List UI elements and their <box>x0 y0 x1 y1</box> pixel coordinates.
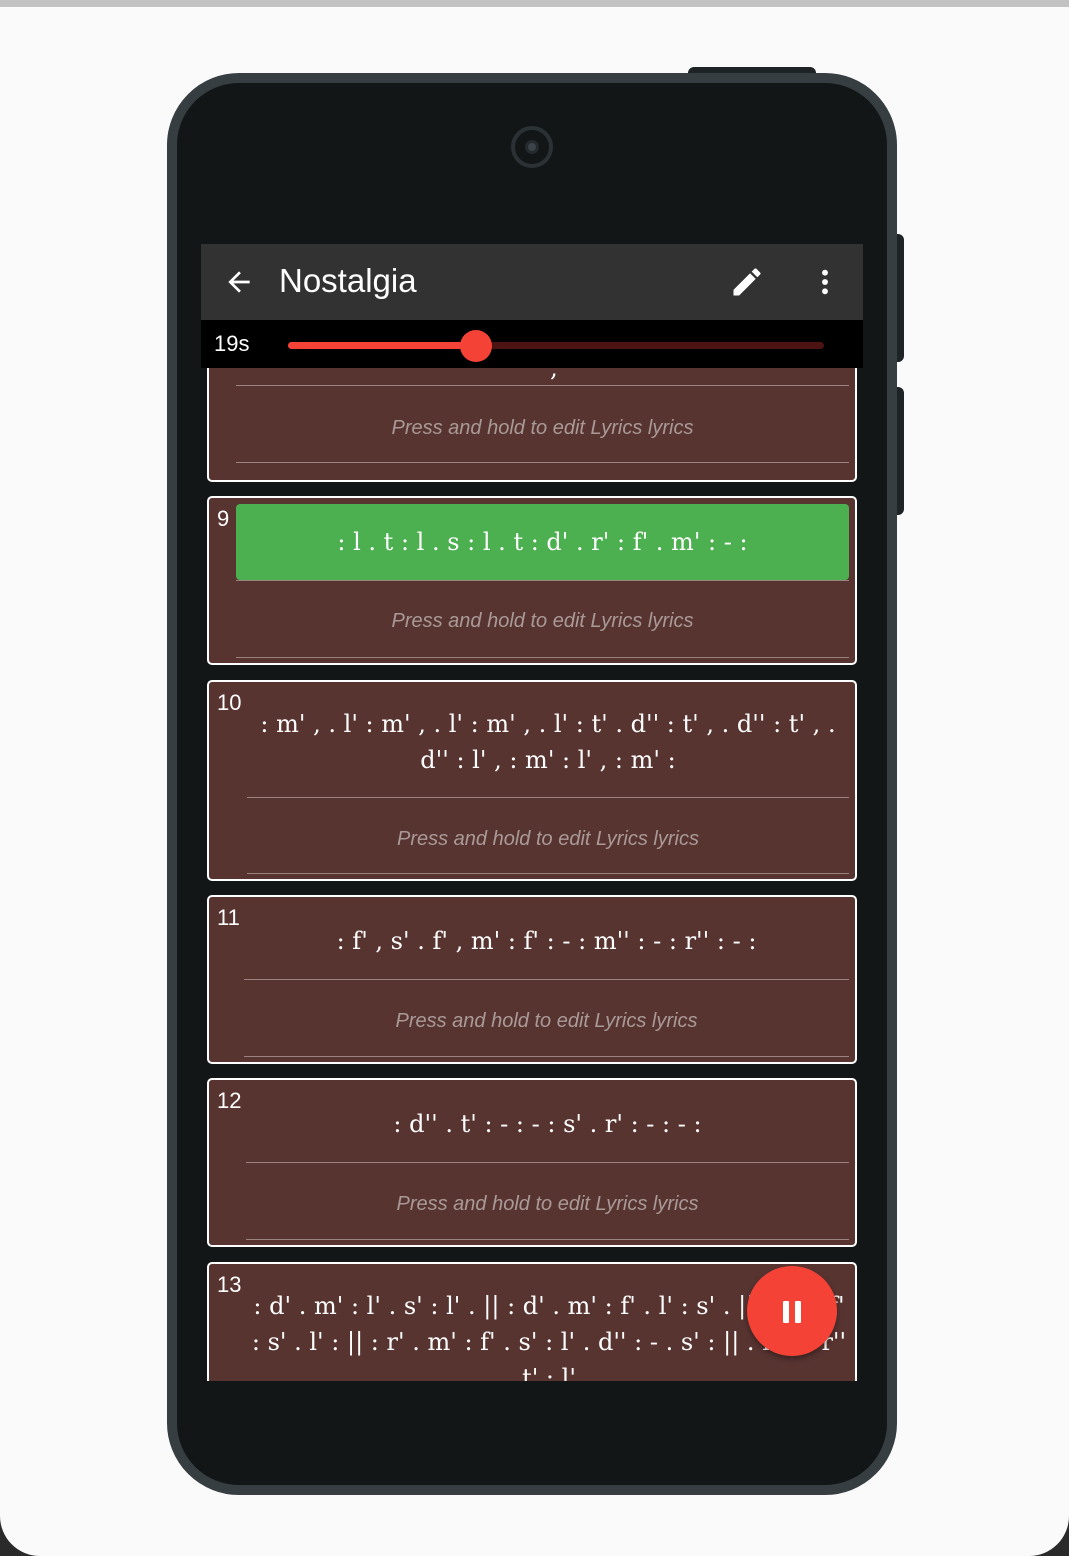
pause-button[interactable] <box>747 1266 837 1356</box>
line-notes-active[interactable]: : l . t : l . s : l . t : d' . r' : f' .… <box>236 504 849 580</box>
line-lyrics-placeholder[interactable]: Press and hold to edit Lyrics lyrics <box>247 827 849 851</box>
top-strip <box>0 0 1069 7</box>
line-card[interactable]: 10 : m' , . l' : m' , . l' : m' , . l' :… <box>207 680 857 881</box>
seek-bar: 19s <box>201 320 863 368</box>
progress-slider[interactable] <box>288 330 824 362</box>
line-card[interactable]: 12 : d'' . t' : - : - : s' . r' : - : - … <box>207 1078 857 1247</box>
more-vertical-icon[interactable] <box>809 264 841 300</box>
line-lyrics-placeholder[interactable]: Press and hold to edit Lyrics lyrics <box>236 609 849 633</box>
app-screen: Nostalgia 19s , Press and hold to edit L… <box>201 244 863 1381</box>
line-number: 10 <box>217 690 242 715</box>
line-number: 9 <box>217 506 230 531</box>
line-lyrics-placeholder[interactable]: Press and hold to edit Lyrics lyrics <box>236 416 849 440</box>
lines-list[interactable]: , Press and hold to edit Lyrics lyrics 9… <box>201 368 863 1381</box>
line-card[interactable]: , Press and hold to edit Lyrics lyrics <box>207 368 857 482</box>
divider <box>244 979 849 980</box>
line-lyrics-placeholder[interactable]: Press and hold to edit Lyrics lyrics <box>246 1192 849 1216</box>
progress-fill <box>288 342 476 349</box>
divider <box>236 385 849 386</box>
line-notes[interactable]: : m' , . l' : m' , . l' : m' , . l' : t'… <box>247 706 849 778</box>
line-number: 13 <box>217 1272 242 1297</box>
line-notes[interactable]: : d'' . t' : - : - : s' . r' : - : - : <box>246 1106 849 1142</box>
pencil-icon[interactable] <box>729 264 765 300</box>
arrow-left-icon[interactable] <box>223 266 255 298</box>
line-lyrics-placeholder[interactable]: Press and hold to edit Lyrics lyrics <box>244 1009 849 1033</box>
line-number: 11 <box>217 905 240 930</box>
line-card[interactable]: 9 : l . t : l . s : l . t : d' . r' : f'… <box>207 496 857 665</box>
phone-power-button <box>896 387 904 515</box>
line-number: 12 <box>217 1088 242 1113</box>
phone-volume-button <box>896 234 904 362</box>
divider <box>246 1162 849 1163</box>
divider <box>236 580 849 581</box>
divider <box>244 1056 849 1057</box>
divider <box>236 462 849 463</box>
line-notes: , <box>550 368 558 382</box>
elapsed-time: 19s <box>214 331 250 356</box>
line-notes[interactable]: : f' , s' . f' , m' : f' : - : m'' : - :… <box>244 923 849 959</box>
divider <box>246 1239 849 1240</box>
divider <box>247 873 849 874</box>
app-bar: Nostalgia <box>201 244 863 320</box>
line-card[interactable]: 11 : f' , s' . f' , m' : f' : - : m'' : … <box>207 895 857 1064</box>
slider-thumb[interactable] <box>459 330 492 362</box>
camera-icon <box>511 126 553 168</box>
divider <box>247 797 849 798</box>
divider <box>236 657 849 658</box>
page-title: Nostalgia <box>279 262 417 299</box>
